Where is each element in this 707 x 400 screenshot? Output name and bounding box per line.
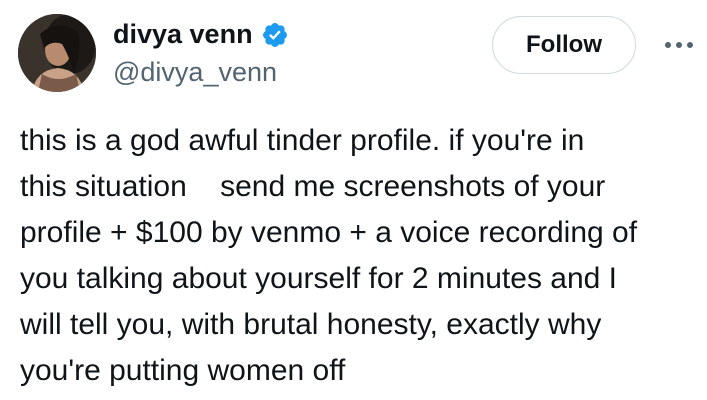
more-options-button[interactable]: [662, 34, 696, 56]
tweet-text-line: this is a god awful tinder profile. if y…: [20, 124, 585, 157]
tweet-text-line: you talking about yourself for 2 minutes…: [20, 262, 618, 295]
tweet-text-line: profile + $100 by venmo + a voice record…: [20, 216, 638, 249]
user-handle[interactable]: @divya_venn: [113, 56, 277, 88]
verified-badge-icon: [261, 21, 289, 49]
tweet-card: divya venn @divya_venn Follow this is a …: [0, 0, 707, 400]
author-name-row: divya venn: [113, 18, 289, 50]
more-dots-icon: [665, 42, 693, 48]
tweet-text-line: will tell you, with brutal honesty, exac…: [20, 308, 602, 341]
display-name[interactable]: divya venn: [113, 18, 253, 50]
tweet-text-line: this situation send me screenshots of yo…: [20, 170, 606, 203]
tweet-text: this is a god awful tinder profile. if y…: [20, 118, 700, 394]
avatar[interactable]: [18, 14, 96, 92]
follow-button[interactable]: Follow: [492, 16, 636, 74]
tweet-text-line: you're putting women off: [20, 354, 346, 387]
